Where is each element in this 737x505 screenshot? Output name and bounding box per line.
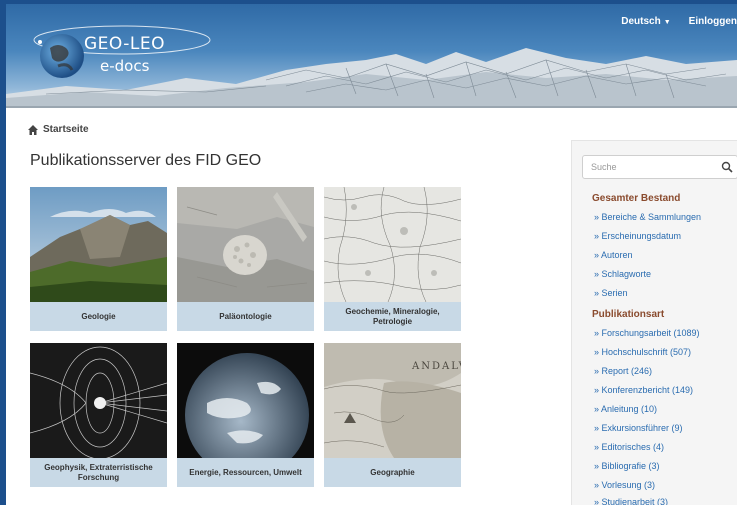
geologie-image: [30, 187, 167, 302]
tile-label: Energie, Ressourcen, Umwelt: [189, 467, 302, 477]
bestand-heading: Gesamter Bestand: [592, 193, 681, 204]
palaeontologie-image: [177, 187, 314, 302]
link-autoren[interactable]: » Autoren: [594, 250, 633, 260]
magnetosphere-image: [30, 343, 167, 458]
caret-down-icon: ▼: [663, 19, 671, 26]
link-anleitung[interactable]: » Anleitung (10): [594, 404, 657, 414]
earth-image: [177, 343, 314, 458]
geochemie-map-image: [324, 187, 461, 302]
tile-geologie[interactable]: Geologie: [30, 187, 167, 331]
site-header: GEO-LEO e-docs Deutsch ▼ Einloggen: [6, 4, 737, 108]
tile-palaeontologie[interactable]: Paläontologie: [177, 187, 314, 331]
breadcrumb-home-link[interactable]: Startseite: [43, 124, 89, 135]
link-konferenzbericht[interactable]: » Konferenzbericht (149): [594, 385, 693, 395]
link-bereiche[interactable]: » Bereiche & Sammlungen: [594, 212, 701, 222]
tile-label: Geographie: [370, 467, 415, 477]
top-navigation: Deutsch ▼ Einloggen: [621, 16, 737, 27]
link-studienarbeit[interactable]: » Studienarbeit (3): [594, 497, 668, 505]
tile-label: Geophysik, Extraterristische Forschung: [44, 462, 153, 482]
home-icon: [28, 124, 38, 135]
language-label: Deutsch: [621, 16, 661, 27]
sidebar: Suche Gesamter Bestand » Bereiche & Samm…: [571, 140, 737, 505]
link-schlagworte[interactable]: » Schlagworte: [594, 269, 651, 279]
link-erscheinungsdatum[interactable]: » Erscheinungsdatum: [594, 231, 681, 241]
tile-label: Geochemie, Mineralogie, Petrologie: [345, 306, 440, 326]
link-forschungsarbeit[interactable]: » Forschungsarbeit (1089): [594, 328, 700, 338]
link-serien[interactable]: » Serien: [594, 288, 628, 298]
search-placeholder: Suche: [591, 162, 617, 172]
logo-subtitle: e-docs: [100, 57, 150, 75]
historic-map-image: ANDALV: [324, 343, 461, 458]
page-title: Publikationsserver des FID GEO: [30, 152, 262, 169]
tile-label: Paläontologie: [219, 311, 272, 321]
tile-geophysik[interactable]: Geophysik, Extraterristische Forschung: [30, 343, 167, 487]
browser-frame: GEO-LEO e-docs Deutsch ▼ Einloggen Starts…: [6, 4, 737, 505]
link-editorisches[interactable]: » Editorisches (4): [594, 442, 664, 452]
link-vorlesung[interactable]: » Vorlesung (3): [594, 480, 655, 490]
language-dropdown[interactable]: Deutsch ▼: [621, 16, 670, 27]
tile-geochemie[interactable]: Geochemie, Mineralogie, Petrologie: [324, 187, 461, 331]
logo-title: GEO-LEO: [84, 34, 165, 54]
link-report[interactable]: » Report (246): [594, 366, 652, 376]
publikationsart-heading: Publikationsart: [592, 309, 665, 320]
tile-geographie[interactable]: ANDALV Geographie: [324, 343, 461, 487]
login-link[interactable]: Einloggen: [689, 16, 737, 27]
map-label: ANDALV: [411, 361, 461, 372]
tile-label: Geologie: [81, 311, 116, 321]
search-input[interactable]: Suche: [582, 155, 737, 179]
link-bibliografie[interactable]: » Bibliografie (3): [594, 461, 660, 471]
link-hochschulschrift[interactable]: » Hochschulschrift (507): [594, 347, 691, 357]
search-icon[interactable]: [721, 161, 733, 173]
tile-energie[interactable]: Energie, Ressourcen, Umwelt: [177, 343, 314, 487]
breadcrumb: Startseite: [28, 124, 89, 135]
link-exkursionsfuehrer[interactable]: » Exkursionsführer (9): [594, 423, 683, 433]
